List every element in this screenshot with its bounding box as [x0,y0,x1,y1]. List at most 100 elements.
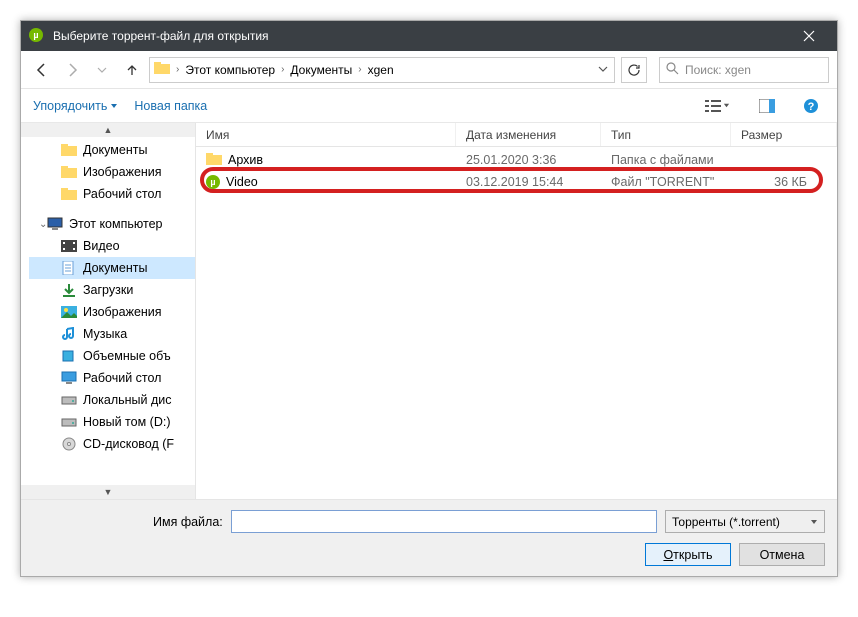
tree-item-label: CD-дисковод (F [83,437,174,451]
search-input[interactable]: Поиск: xgen [659,57,829,83]
folder-icon [61,142,77,158]
utorrent-icon: µ [29,28,45,44]
torrent-icon: µ [206,175,220,189]
tree-item[interactable]: Документы [29,257,195,279]
nav-toolbar: › Этот компьютер › Документы › xgen Поис… [21,51,837,89]
scroll-down-button[interactable]: ▼ [21,485,195,499]
new-folder-button[interactable]: Новая папка [134,99,207,113]
tree-item-label: Загрузки [83,283,133,297]
tree-item-label: Видео [83,239,120,253]
tree-item-label: Документы [83,143,147,157]
tree-item-label: Изображения [83,165,162,179]
file-date: 25.01.2020 3:36 [456,153,601,167]
tree-item[interactable]: Объемные объ [29,345,195,367]
window-title: Выберите торрент-файл для открытия [53,29,789,43]
breadcrumb-dropdown[interactable] [592,63,614,77]
file-type: Файл "TORRENT" [601,175,731,189]
recent-dropdown[interactable] [89,57,115,83]
pictures-icon [61,304,77,320]
video-icon [61,238,77,254]
tree-item[interactable]: Загрузки [29,279,195,301]
file-name: Архив [228,153,263,167]
tree-item[interactable]: ⌄ Этот компьютер [29,213,195,235]
file-rows[interactable]: Архив 25.01.2020 3:36Папка с файлами µ Vide… [196,147,837,499]
music-icon [61,326,77,342]
column-headers: Имя Дата изменения Тип Размер [196,123,837,147]
tree-item[interactable]: Новый том (D:) [29,411,195,433]
docs-icon [61,260,77,276]
tree-item[interactable]: Рабочий стол [29,183,195,205]
preview-pane-button[interactable] [753,94,781,118]
drive-icon [61,392,77,408]
downloads-icon [61,282,77,298]
back-button[interactable] [29,57,55,83]
up-button[interactable] [119,57,145,83]
drive-icon [61,414,77,430]
file-list: Имя Дата изменения Тип Размер Архив 25.01… [196,123,837,499]
tree-item-label: Рабочий стол [83,371,161,385]
body-area: ▲ Документы Изображения Рабочий стол ⌄ Этот … [21,123,837,499]
column-date[interactable]: Дата изменения [456,123,601,146]
tree-item[interactable]: Рабочий стол [29,367,195,389]
titlebar: µ Выберите торрент-файл для открытия [21,21,837,51]
bottom-panel: Имя файла: Торренты (*.torrent) Открыть … [21,499,837,576]
tree-item[interactable]: Музыка [29,323,195,345]
refresh-button[interactable] [621,57,647,83]
folder-icon [61,164,77,180]
chevron-icon[interactable]: › [279,64,286,75]
file-open-dialog: µ Выберите торрент-файл для открытия › Э… [20,20,838,577]
view-menu[interactable] [697,94,737,118]
tree-item[interactable]: Изображения [29,161,195,183]
tree-item[interactable]: Видео [29,235,195,257]
forward-button[interactable] [59,57,85,83]
column-name[interactable]: Имя [196,123,456,146]
tree-item-label: Музыка [83,327,127,341]
chevron-icon[interactable]: › [356,64,363,75]
tree-item-label: Новый том (D:) [83,415,171,429]
tree-item-label: Документы [83,261,147,275]
column-type[interactable]: Тип [601,123,731,146]
expand-icon[interactable]: ⌄ [39,219,47,230]
pc-icon [47,216,63,232]
file-row[interactable]: µ Video 03.12.2019 15:44Файл "TORRENT"36 К… [196,171,837,193]
file-size: 36 КБ [731,175,837,189]
file-date: 03.12.2019 15:44 [456,175,601,189]
close-button[interactable] [789,21,829,51]
folder-icon [206,152,222,169]
file-type: Папка с файлами [601,153,731,167]
crumb-root[interactable]: Этот компьютер [181,63,279,77]
breadcrumb[interactable]: › Этот компьютер › Документы › xgen [149,57,615,83]
tree-item-label: Объемные объ [83,349,171,363]
open-button[interactable]: Открыть [645,543,731,566]
tree-item[interactable]: Документы [29,139,195,161]
file-name: Video [226,175,258,189]
help-button[interactable]: ? [797,94,825,118]
folder-icon [61,186,77,202]
3d-icon [61,348,77,364]
chevron-icon[interactable]: › [174,64,181,75]
tree-item-label: Этот компьютер [69,217,162,231]
scroll-up-button[interactable]: ▲ [21,123,195,137]
cancel-button[interactable]: Отмена [739,543,825,566]
file-row[interactable]: Архив 25.01.2020 3:36Папка с файлами [196,149,837,171]
tree-item[interactable]: Локальный дис [29,389,195,411]
search-icon [666,62,679,78]
search-placeholder: Поиск: xgen [685,63,751,77]
folder-icon [154,61,170,78]
column-size[interactable]: Размер [731,123,837,146]
crumb-documents[interactable]: Документы [286,63,356,77]
filename-input[interactable] [231,510,657,533]
filetype-select[interactable]: Торренты (*.torrent) [665,510,825,533]
filename-label: Имя файла: [33,515,223,529]
crumb-leaf[interactable]: xgen [364,63,398,77]
tree-item-label: Изображения [83,305,162,319]
folder-tree[interactable]: ▲ Документы Изображения Рабочий стол ⌄ Этот … [21,123,196,499]
tree-item[interactable]: Изображения [29,301,195,323]
organize-menu[interactable]: Упорядочить [33,99,118,113]
svg-text:?: ? [808,101,815,113]
tree-item-label: Рабочий стол [83,187,161,201]
tree-item-label: Локальный дис [83,393,172,407]
desktop-icon [61,370,77,386]
file-toolbar: Упорядочить Новая папка ? [21,89,837,123]
tree-item[interactable]: CD-дисковод (F [29,433,195,455]
